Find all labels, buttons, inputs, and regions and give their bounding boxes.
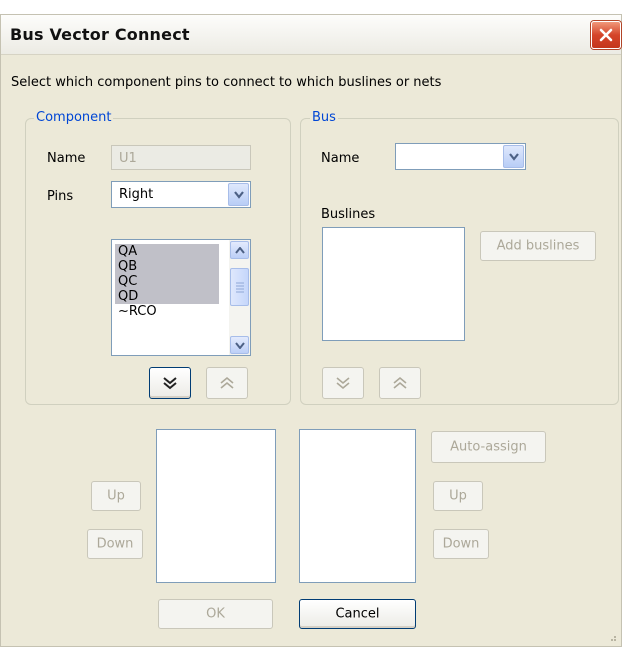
pins-dropdown-value: Right: [119, 187, 154, 202]
pin-list-item[interactable]: QD: [115, 289, 219, 304]
window-title: Bus Vector Connect: [10, 25, 190, 44]
add-buslines-label: Add buslines: [496, 238, 580, 254]
thumb-grip-icon: [236, 282, 244, 293]
right-down-button[interactable]: Down: [433, 529, 489, 559]
right-down-label: Down: [442, 536, 480, 552]
buslines-list[interactable]: [322, 227, 465, 341]
bus-lines-panel[interactable]: [299, 429, 416, 583]
bus-name-dropdown[interactable]: [395, 143, 526, 170]
double-chevron-up-icon: [220, 376, 234, 389]
scrollbar-thumb[interactable]: [230, 268, 249, 306]
chevron-down-icon: [509, 153, 519, 161]
pins-list-scrollbar[interactable]: [229, 240, 250, 355]
bus-move-down-button[interactable]: [322, 367, 364, 399]
dialog-window: Bus Vector Connect Select which componen…: [0, 14, 622, 647]
add-buslines-button[interactable]: Add buslines: [480, 231, 596, 261]
resize-grip-icon[interactable]: [607, 632, 617, 642]
double-chevron-up-icon: [393, 376, 407, 389]
double-chevron-down-icon: [336, 377, 350, 390]
chevron-down-icon: [234, 191, 244, 199]
close-icon: [599, 28, 613, 42]
pins-list[interactable]: QA QB QC QD ~RCO: [111, 239, 251, 356]
scroll-up-button[interactable]: [230, 241, 249, 259]
component-group: Component Name U1 Pins Right QA QB QC QD ~RC…: [25, 110, 291, 405]
auto-assign-label: Auto-assign: [450, 439, 527, 455]
left-down-label: Down: [96, 536, 134, 552]
title-bar[interactable]: Bus Vector Connect: [1, 15, 621, 55]
pins-dropdown[interactable]: Right: [111, 181, 251, 208]
pin-list-item[interactable]: QA: [115, 244, 219, 259]
ok-button[interactable]: OK: [158, 599, 273, 629]
pin-list-item[interactable]: QC: [115, 274, 219, 289]
pin-list-item[interactable]: QB: [115, 259, 219, 274]
move-up-button[interactable]: [206, 367, 248, 399]
move-down-button[interactable]: [149, 367, 191, 399]
double-chevron-down-icon: [163, 377, 177, 390]
bus-name-dropdown-button[interactable]: [503, 145, 524, 168]
cancel-button[interactable]: Cancel: [299, 599, 416, 629]
bus-group: Bus Name Buslines Add buslines: [300, 110, 619, 405]
component-name-value: U1: [119, 151, 137, 166]
right-up-label: Up: [449, 488, 467, 504]
component-pins-panel[interactable]: [156, 429, 276, 583]
left-down-button[interactable]: Down: [87, 529, 143, 559]
buslines-label: Buslines: [321, 207, 376, 222]
pin-list-item[interactable]: ~RCO: [115, 304, 219, 319]
scroll-down-arrow-icon: [235, 342, 245, 349]
bus-name-label: Name: [321, 151, 360, 166]
left-up-button[interactable]: Up: [91, 481, 141, 511]
instructions-text: Select which component pins to connect t…: [11, 75, 442, 90]
close-button[interactable]: [591, 21, 621, 49]
component-name-label: Name: [47, 151, 86, 166]
cancel-label: Cancel: [335, 606, 380, 622]
auto-assign-button[interactable]: Auto-assign: [431, 431, 546, 463]
bus-legend: Bus: [310, 110, 338, 125]
ok-label: OK: [206, 606, 225, 622]
scroll-up-arrow-icon: [235, 247, 245, 254]
component-name-field: U1: [111, 145, 251, 170]
pins-label: Pins: [47, 189, 74, 204]
bus-move-up-button[interactable]: [379, 367, 421, 399]
left-up-label: Up: [107, 488, 125, 504]
right-up-button[interactable]: Up: [433, 481, 483, 511]
component-legend: Component: [34, 110, 114, 125]
pins-dropdown-button[interactable]: [228, 183, 249, 206]
scroll-down-button[interactable]: [230, 336, 249, 354]
